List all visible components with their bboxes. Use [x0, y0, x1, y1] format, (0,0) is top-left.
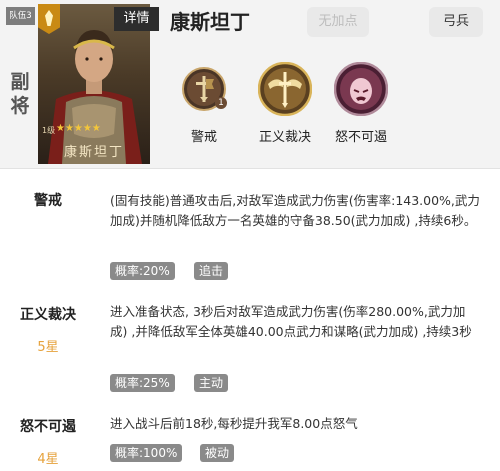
skill-icon-justice-judgment[interactable]	[258, 62, 312, 116]
skill-type-tag: 被动	[200, 444, 235, 462]
unit-type-button[interactable]: 弓兵	[429, 7, 483, 37]
skill-type-tag: 追击	[194, 262, 229, 280]
role-label: 副将	[10, 71, 30, 117]
skill-star-level: 4星	[37, 452, 59, 467]
skill-name-vigilance: 警戒	[34, 193, 62, 209]
skill-level-badge: 1	[215, 97, 227, 109]
section-divider	[0, 168, 500, 169]
hero-star-rating: ★★★★★	[56, 123, 101, 134]
winged-sword-icon	[258, 62, 312, 116]
skill-name-justice-judgment: 正义裁决	[20, 307, 76, 323]
skill-icon-label: 警戒	[190, 130, 217, 145]
hero-level: 1级	[42, 126, 56, 135]
portrait-hero-name: 康斯坦丁	[63, 145, 124, 160]
attribute-points-button[interactable]: 无加点	[307, 7, 369, 37]
skill-rate-tag: 概率:100%	[110, 444, 183, 462]
skill-rate-tag: 概率:20%	[110, 262, 175, 280]
skill-description: (固有技能)普通攻击后,对敌军造成武力伤害(伤害率:143.00%,武力加成)并…	[110, 193, 480, 228]
skill-rate-tag: 概率:25%	[110, 374, 175, 392]
skill-description: 进入准备状态, 3秒后对敌军造成武力伤害(伤率280.00%,武力加成) ,并降…	[110, 304, 472, 339]
hero-name: 康斯坦丁	[170, 10, 250, 34]
skill-icon-vigilance[interactable]: 1	[182, 67, 227, 111]
skill-name-rage: 怒不可遏	[20, 419, 76, 435]
skill-description: 进入战斗后前18秒,每秒提升我军8.00点怒气	[110, 416, 358, 431]
detail-button[interactable]: 详情	[114, 7, 159, 31]
skill-type-tag: 主动	[194, 374, 229, 392]
team-slot-badge: 队伍3	[6, 7, 35, 25]
skill-star-level: 5星	[37, 340, 59, 355]
skill-icon-label: 怒不可遏	[334, 130, 387, 145]
raging-warrior-icon	[334, 62, 388, 116]
skill-icon-rage[interactable]	[334, 62, 388, 116]
skill-icon-label: 正义裁决	[258, 130, 311, 145]
